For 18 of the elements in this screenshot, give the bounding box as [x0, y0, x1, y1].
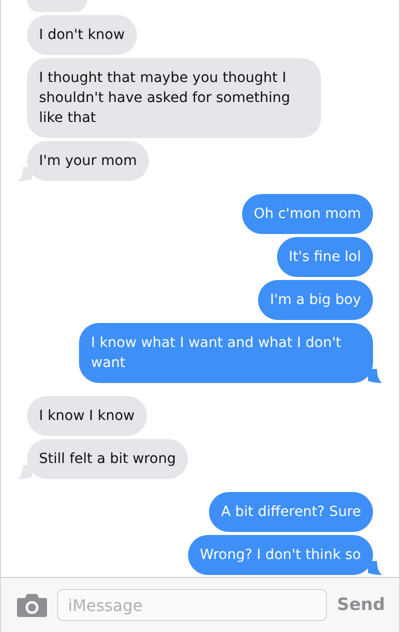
- camera-icon[interactable]: [17, 593, 47, 617]
- message-bubble: I'm a big boy: [258, 280, 373, 320]
- message-bubble: [27, 0, 87, 12]
- message-bubble: I know I know: [27, 396, 147, 436]
- message-bubble: A bit different? Sure: [209, 492, 373, 532]
- message-bubble: I'm your mom: [27, 141, 149, 181]
- message-input[interactable]: iMessage: [57, 589, 327, 621]
- message-bubble: Wrong? I don't think so: [188, 535, 373, 575]
- message-bubble: Oh c'mon mom: [242, 194, 373, 234]
- message-bubble: I thought that maybe you thought I shouldn't have asked for something like that: [27, 58, 321, 138]
- message-bubble: Still felt a bit wrong: [27, 439, 188, 479]
- message-bubble: I don't know: [27, 15, 137, 55]
- message-bubble: I know what I want and what I don't want: [79, 323, 373, 383]
- bubble-tail-icon: [18, 167, 32, 181]
- message-bubble: It's fine lol: [276, 237, 373, 277]
- bubble-tail-icon: [18, 465, 32, 479]
- bubble-tail-icon: [368, 561, 382, 575]
- bubble-tail-icon: [368, 369, 382, 383]
